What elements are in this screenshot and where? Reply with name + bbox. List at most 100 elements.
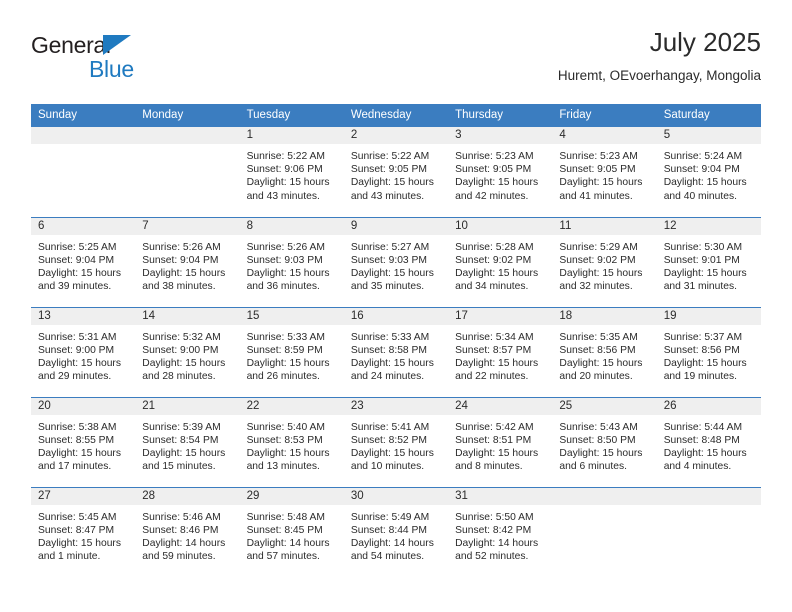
daylight-text: Daylight: 15 hours and 38 minutes. [142, 267, 226, 293]
sunset-text: Sunset: 9:01 PM [663, 254, 740, 266]
weekday-header-wednesday: Wednesday [343, 104, 449, 127]
day-number: 11 [552, 217, 657, 235]
sunrise-text: Sunrise: 5:48 AM [246, 511, 325, 523]
day-details: Sunrise: 5:22 AM Sunset: 9:06 PM Daylight:… [240, 144, 344, 203]
calendar-day-cell[interactable]: 24 Sunrise: 5:42 AM Sunset: 8:51 PM Dayligh… [448, 396, 553, 487]
calendar-day-cell[interactable]: 26 Sunrise: 5:44 AM Sunset: 8:48 PM Dayligh… [656, 396, 761, 487]
day-number: 20 [31, 397, 136, 415]
calendar-day-cell-empty [656, 486, 761, 577]
sunset-text: Sunset: 8:58 PM [350, 344, 427, 356]
calendar-day-cell[interactable]: 4 Sunrise: 5:23 AM Sunset: 9:05 PM Daylight… [552, 127, 657, 217]
calendar-day-cell[interactable]: 11 Sunrise: 5:29 AM Sunset: 9:02 PM Dayligh… [552, 216, 657, 307]
day-number: 25 [552, 397, 657, 415]
calendar-week-row: 13 Sunrise: 5:31 AM Sunset: 9:00 PM Dayligh… [31, 306, 761, 397]
sunrise-text: Sunrise: 5:22 AM [350, 151, 430, 162]
sunrise-text: Sunrise: 5:25 AM [38, 241, 117, 253]
calendar-day-cell[interactable]: 23 Sunrise: 5:41 AM Sunset: 8:52 PM Dayligh… [343, 396, 449, 487]
sunset-text: Sunset: 8:55 PM [38, 434, 115, 446]
page-header: General Blue July 2025 Huremt, OEvoerhan… [31, 26, 761, 98]
calendar-day-cell[interactable]: 5 Sunrise: 5:24 AM Sunset: 9:04 PM Daylight… [656, 127, 761, 217]
sunrise-text: Sunrise: 5:32 AM [142, 331, 221, 343]
calendar-day-cell[interactable]: 28 Sunrise: 5:46 AM Sunset: 8:46 PM Dayligh… [135, 486, 240, 577]
calendar-day-cell[interactable]: 14 Sunrise: 5:32 AM Sunset: 9:00 PM Dayligh… [135, 306, 240, 397]
day-details: Sunrise: 5:33 AM Sunset: 8:59 PM Daylight:… [240, 325, 344, 384]
daylight-text: Daylight: 15 hours and 36 minutes. [246, 267, 330, 293]
calendar-day-cell[interactable]: 27 Sunrise: 5:45 AM Sunset: 8:47 PM Dayligh… [31, 486, 136, 577]
sunrise-text: Sunrise: 5:40 AM [246, 421, 325, 433]
calendar-day-cell[interactable]: 12 Sunrise: 5:30 AM Sunset: 9:01 PM Dayligh… [656, 216, 761, 307]
calendar-day-cell[interactable]: 31 Sunrise: 5:50 AM Sunset: 8:42 PM Dayligh… [448, 486, 553, 577]
calendar-day-cell[interactable]: 8 Sunrise: 5:26 AM Sunset: 9:03 PM Daylight… [239, 216, 344, 307]
day-number: 9 [343, 217, 449, 235]
day-number [656, 487, 761, 505]
sunrise-text: Sunrise: 5:27 AM [350, 241, 430, 253]
daylight-text: Daylight: 15 hours and 19 minutes. [663, 357, 747, 383]
daylight-text: Daylight: 15 hours and 24 minutes. [350, 357, 434, 383]
weekday-header-tuesday: Tuesday [239, 104, 344, 127]
calendar-day-cell[interactable]: 17 Sunrise: 5:34 AM Sunset: 8:57 PM Dayligh… [448, 306, 553, 397]
calendar-day-cell[interactable]: 7 Sunrise: 5:26 AM Sunset: 9:04 PM Daylight… [135, 216, 240, 307]
calendar-day-cell[interactable]: 10 Sunrise: 5:28 AM Sunset: 9:02 PM Dayligh… [448, 216, 553, 307]
calendar-day-cell[interactable]: 18 Sunrise: 5:35 AM Sunset: 8:56 PM Dayligh… [552, 306, 657, 397]
sunrise-text: Sunrise: 5:44 AM [663, 421, 743, 433]
weekday-header-monday: Monday [135, 104, 240, 127]
sunrise-text: Sunrise: 5:43 AM [559, 421, 638, 433]
day-number: 6 [31, 217, 136, 235]
calendar-day-cell[interactable]: 25 Sunrise: 5:43 AM Sunset: 8:50 PM Dayligh… [552, 396, 657, 487]
sunset-text: Sunset: 9:06 PM [246, 164, 323, 176]
sunrise-text: Sunrise: 5:45 AM [38, 511, 117, 523]
title-block: July 2025 Huremt, OEvoerhangay, Mongolia [558, 26, 761, 86]
daylight-text: Daylight: 15 hours and 32 minutes. [559, 267, 643, 293]
daylight-text: Daylight: 15 hours and 28 minutes. [142, 357, 226, 383]
day-details: Sunrise: 5:40 AM Sunset: 8:53 PM Daylight:… [240, 415, 344, 474]
day-number: 4 [552, 127, 657, 144]
daylight-text: Daylight: 15 hours and 22 minutes. [455, 357, 539, 383]
calendar-day-cell[interactable]: 21 Sunrise: 5:39 AM Sunset: 8:54 PM Dayligh… [135, 396, 240, 487]
calendar-day-cell[interactable]: 22 Sunrise: 5:40 AM Sunset: 8:53 PM Dayligh… [239, 396, 344, 487]
day-details: Sunrise: 5:41 AM Sunset: 8:52 PM Daylight:… [344, 415, 448, 474]
daylight-text: Daylight: 14 hours and 52 minutes. [455, 537, 539, 563]
day-details: Sunrise: 5:50 AM Sunset: 8:42 PM Daylight:… [448, 505, 552, 564]
sunrise-text: Sunrise: 5:30 AM [663, 241, 743, 253]
calendar-day-cell[interactable]: 16 Sunrise: 5:33 AM Sunset: 8:58 PM Dayligh… [343, 306, 449, 397]
daylight-text: Daylight: 15 hours and 1 minute. [38, 537, 121, 563]
calendar-day-cell[interactable]: 15 Sunrise: 5:33 AM Sunset: 8:59 PM Dayligh… [239, 306, 344, 397]
day-number: 30 [343, 487, 449, 505]
daylight-text: Daylight: 15 hours and 4 minutes. [663, 447, 747, 473]
calendar-day-cell[interactable]: 19 Sunrise: 5:37 AM Sunset: 8:56 PM Dayligh… [656, 306, 761, 397]
sunrise-text: Sunrise: 5:33 AM [350, 331, 430, 343]
sunset-text: Sunset: 9:05 PM [350, 164, 427, 176]
calendar-day-cell[interactable]: 29 Sunrise: 5:48 AM Sunset: 8:45 PM Dayligh… [239, 486, 344, 577]
calendar-day-cell[interactable]: 20 Sunrise: 5:38 AM Sunset: 8:55 PM Dayligh… [31, 396, 136, 487]
sunrise-text: Sunrise: 5:26 AM [142, 241, 221, 253]
day-number [135, 127, 240, 144]
calendar-day-cell[interactable]: 2 Sunrise: 5:22 AM Sunset: 9:05 PM Daylight… [343, 127, 449, 217]
day-details: Sunrise: 5:35 AM Sunset: 8:56 PM Daylight:… [552, 325, 656, 384]
sunrise-text: Sunrise: 5:26 AM [246, 241, 325, 253]
calendar-day-cell[interactable]: 1 Sunrise: 5:22 AM Sunset: 9:06 PM Daylight… [239, 127, 344, 217]
sunrise-text: Sunrise: 5:49 AM [350, 511, 430, 523]
weekday-header-sunday: Sunday [31, 104, 136, 127]
day-details: Sunrise: 5:27 AM Sunset: 9:03 PM Daylight:… [344, 235, 448, 294]
sunset-text: Sunset: 8:42 PM [455, 524, 532, 536]
sunset-text: Sunset: 8:57 PM [455, 344, 532, 356]
day-details: Sunrise: 5:26 AM Sunset: 9:03 PM Daylight:… [240, 235, 344, 294]
daylight-text: Daylight: 15 hours and 15 minutes. [142, 447, 226, 473]
calendar-day-cell[interactable]: 6 Sunrise: 5:25 AM Sunset: 9:04 PM Daylight… [31, 216, 136, 307]
day-number: 26 [656, 397, 761, 415]
calendar-week-row: 27 Sunrise: 5:45 AM Sunset: 8:47 PM Dayligh… [31, 486, 761, 577]
calendar-day-cell[interactable]: 9 Sunrise: 5:27 AM Sunset: 9:03 PM Daylight… [343, 216, 449, 307]
daylight-text: Daylight: 15 hours and 31 minutes. [663, 267, 747, 293]
sunset-text: Sunset: 8:50 PM [559, 434, 636, 446]
calendar-day-cell[interactable]: 3 Sunrise: 5:23 AM Sunset: 9:05 PM Daylight… [448, 127, 553, 217]
day-details: Sunrise: 5:37 AM Sunset: 8:56 PM Daylight:… [657, 325, 761, 384]
calendar-day-cell[interactable]: 13 Sunrise: 5:31 AM Sunset: 9:00 PM Dayligh… [31, 306, 136, 397]
sunset-text: Sunset: 8:56 PM [559, 344, 636, 356]
daylight-text: Daylight: 15 hours and 41 minutes. [559, 177, 643, 202]
calendar-day-cell[interactable]: 30 Sunrise: 5:49 AM Sunset: 8:44 PM Dayligh… [343, 486, 449, 577]
day-number: 17 [448, 307, 553, 325]
sunrise-text: Sunrise: 5:42 AM [455, 421, 534, 433]
calendar-week-row: 20 Sunrise: 5:38 AM Sunset: 8:55 PM Dayligh… [31, 396, 761, 487]
day-number: 19 [656, 307, 761, 325]
sunrise-text: Sunrise: 5:29 AM [559, 241, 638, 253]
